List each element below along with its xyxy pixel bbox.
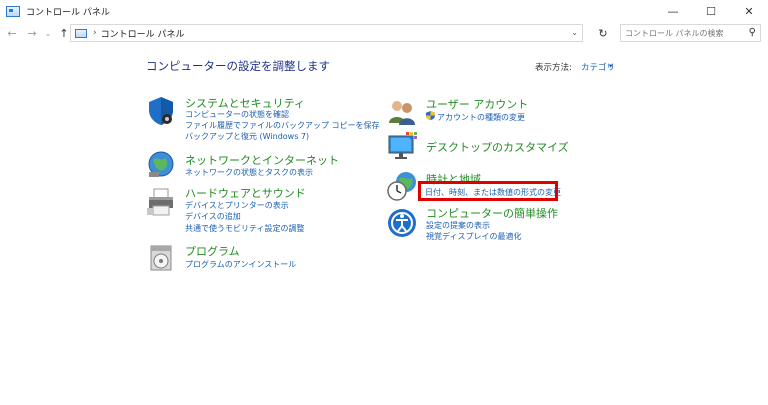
search-icon[interactable]: ⚲: [749, 27, 756, 38]
printer-icon[interactable]: [145, 186, 177, 218]
link-check-computer-status[interactable]: コンピューターの状態を確認: [185, 109, 289, 120]
close-button[interactable]: ✕: [730, 0, 768, 22]
link-optimize-visual-display[interactable]: 視覚ディスプレイの最適化: [426, 231, 521, 242]
uac-shield-icon: [426, 111, 435, 120]
category-title-ease-of-access[interactable]: コンピューターの簡単操作: [426, 205, 558, 221]
link-backup-restore[interactable]: バックアップと復元 (Windows 7): [185, 131, 309, 142]
category-title-programs[interactable]: プログラム: [185, 243, 240, 259]
category-title-desktop-customization[interactable]: デスクトップのカスタマイズ: [426, 139, 569, 155]
title-bar: コントロール パネル — ☐ ✕: [0, 0, 768, 22]
refresh-button[interactable]: ↻: [596, 26, 610, 40]
view-by-label: 表示方法:: [535, 63, 572, 73]
clock-globe-icon[interactable]: [386, 170, 418, 202]
back-button[interactable]: ←: [4, 25, 20, 41]
control-panel-icon: [75, 28, 87, 38]
users-icon[interactable]: [386, 96, 418, 128]
monitor-icon[interactable]: [386, 130, 418, 162]
search-box[interactable]: ⚲: [620, 24, 761, 42]
forward-button[interactable]: →: [24, 25, 40, 41]
minimize-button[interactable]: —: [654, 0, 692, 22]
link-suggested-settings[interactable]: 設定の提案の表示: [426, 220, 490, 231]
category-title-user-accounts[interactable]: ユーザー アカウント: [426, 96, 528, 112]
address-dropdown-button[interactable]: ⌄: [571, 28, 578, 37]
breadcrumb-control-panel[interactable]: コントロール パネル: [101, 27, 185, 40]
link-uninstall-program[interactable]: プログラムのアンインストール: [185, 259, 296, 270]
programs-disc-icon[interactable]: [145, 242, 177, 274]
link-mobility-settings[interactable]: 共通で使うモビリティ設定の調整: [185, 223, 305, 234]
recent-locations-button[interactable]: ⌄: [40, 25, 56, 41]
shield-icon[interactable]: [145, 95, 177, 127]
ease-of-access-icon[interactable]: [386, 207, 418, 239]
window-controls: — ☐ ✕: [654, 0, 768, 22]
link-change-account-type[interactable]: アカウントの種類の変更: [437, 112, 525, 123]
maximize-button[interactable]: ☐: [692, 0, 730, 22]
link-network-status[interactable]: ネットワークの状態とタスクの表示: [185, 167, 313, 178]
link-devices-printers[interactable]: デバイスとプリンターの表示: [185, 200, 289, 211]
control-panel-icon: [6, 5, 20, 17]
search-input[interactable]: [621, 28, 741, 38]
category-title-hardware-sound[interactable]: ハードウェアとサウンド: [185, 185, 306, 201]
window-title: コントロール パネル: [26, 7, 110, 18]
chevron-down-icon[interactable]: ▾: [609, 62, 613, 70]
link-add-device[interactable]: デバイスの追加: [185, 211, 241, 222]
link-file-history-backup[interactable]: ファイル履歴でファイルのバックアップ コピーを保存: [185, 120, 380, 131]
navigation-bar: ← → ⌄ ↑ › コントロール パネル ⌄ ↻ ⚲: [0, 22, 768, 44]
address-bar[interactable]: › コントロール パネル ⌄: [70, 24, 583, 42]
highlight-box: [418, 181, 558, 201]
category-title-network-internet[interactable]: ネットワークとインターネット: [185, 152, 339, 168]
breadcrumb-separator: ›: [93, 28, 97, 38]
network-globe-icon[interactable]: [145, 148, 177, 180]
page-title: コンピューターの設定を調整します: [146, 59, 330, 73]
